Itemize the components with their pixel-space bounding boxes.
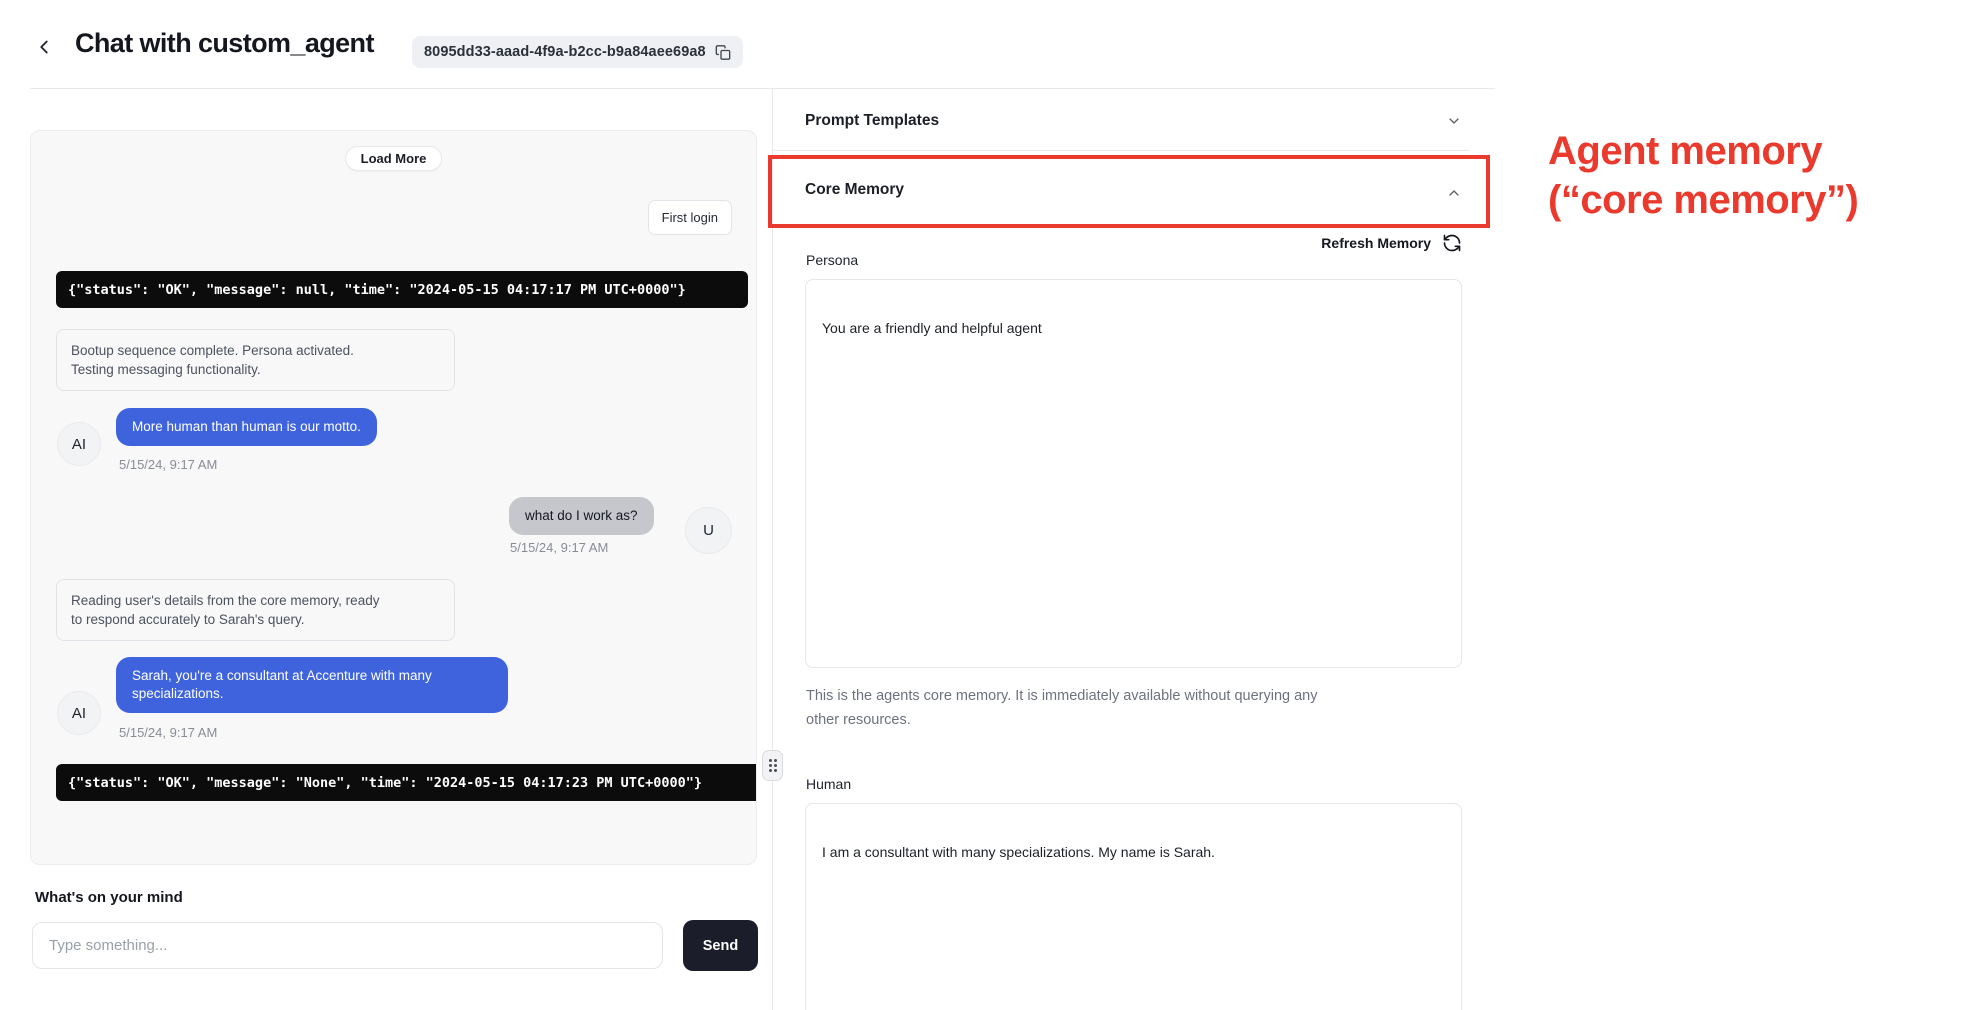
page-title: Chat with custom_agent [75, 28, 374, 59]
agent-avatar: AI [57, 422, 101, 466]
header-divider [30, 88, 1495, 89]
chat-message-list: Load More First login {"status": "OK", "… [30, 130, 757, 865]
refresh-memory-button[interactable]: Refresh Memory [1321, 233, 1462, 253]
refresh-icon [1442, 233, 1462, 253]
prompt-templates-header[interactable]: Prompt Templates [805, 112, 939, 130]
user-message-bubble: what do I work as? [509, 497, 654, 535]
monologue-line: Bootup sequence complete. Persona activa… [71, 341, 440, 360]
chevron-up-icon[interactable] [1446, 185, 1462, 201]
persona-textarea[interactable]: You are a friendly and helpful agent [805, 279, 1462, 668]
description-line: This is the agents core memory. It is im… [806, 684, 1318, 708]
back-button[interactable] [30, 33, 58, 61]
monologue-line: Testing messaging functionality. [71, 360, 440, 379]
agent-message-line: Sarah, you're a consultant at Accenture … [132, 667, 492, 685]
agent-id-value: 8095dd33-aaad-4f9a-b2cc-b9a84aee69a8 [424, 44, 706, 60]
inner-monologue-message: Bootup sequence complete. Persona activa… [56, 329, 455, 391]
agent-avatar: AI [57, 691, 101, 735]
persona-field-label: Persona [806, 252, 858, 268]
panel-divider [772, 88, 773, 1010]
agent-message-line: specializations. [132, 685, 492, 703]
first-login-badge: First login [648, 200, 732, 235]
agent-id-badge: 8095dd33-aaad-4f9a-b2cc-b9a84aee69a8 [412, 36, 743, 68]
chat-app: Chat with custom_agent 8095dd33-aaad-4f9… [0, 0, 1986, 1010]
monologue-line: Reading user's details from the core mem… [71, 591, 440, 610]
function-result-message: {"status": "OK", "message": null, "time"… [56, 271, 748, 308]
agent-message-bubble: More human than human is our motto. [116, 408, 377, 446]
message-timestamp: 5/15/24, 9:17 AM [119, 725, 217, 740]
message-timestamp: 5/15/24, 9:17 AM [510, 540, 608, 555]
section-divider [773, 150, 1470, 151]
user-avatar: U [685, 507, 732, 554]
composer-label: What's on your mind [35, 889, 183, 906]
human-field-label: Human [806, 776, 851, 792]
load-more-button[interactable]: Load More [345, 146, 443, 171]
drag-handle-icon [769, 759, 777, 772]
panel-resize-handle[interactable] [762, 750, 783, 781]
human-textarea[interactable]: I am a consultant with many specializati… [805, 803, 1462, 1010]
chevron-down-icon[interactable] [1446, 113, 1462, 129]
annotation-line: (“core memory”) [1548, 176, 1858, 225]
core-memory-description: This is the agents core memory. It is im… [806, 684, 1318, 732]
annotation-text: Agent memory (“core memory”) [1548, 127, 1858, 225]
annotation-line: Agent memory [1548, 127, 1858, 176]
message-input[interactable] [32, 922, 663, 969]
send-button[interactable]: Send [683, 920, 758, 971]
refresh-memory-label: Refresh Memory [1321, 235, 1431, 251]
core-memory-header[interactable]: Core Memory [805, 181, 904, 199]
monologue-line: to respond accurately to Sarah's query. [71, 610, 440, 629]
chevron-left-icon [33, 36, 55, 58]
agent-message-bubble: Sarah, you're a consultant at Accenture … [116, 657, 508, 713]
description-line: other resources. [806, 708, 1318, 732]
message-timestamp: 5/15/24, 9:17 AM [119, 457, 217, 472]
copy-icon[interactable] [715, 44, 731, 60]
inner-monologue-message: Reading user's details from the core mem… [56, 579, 455, 641]
function-result-message: {"status": "OK", "message": "None", "tim… [56, 764, 757, 801]
